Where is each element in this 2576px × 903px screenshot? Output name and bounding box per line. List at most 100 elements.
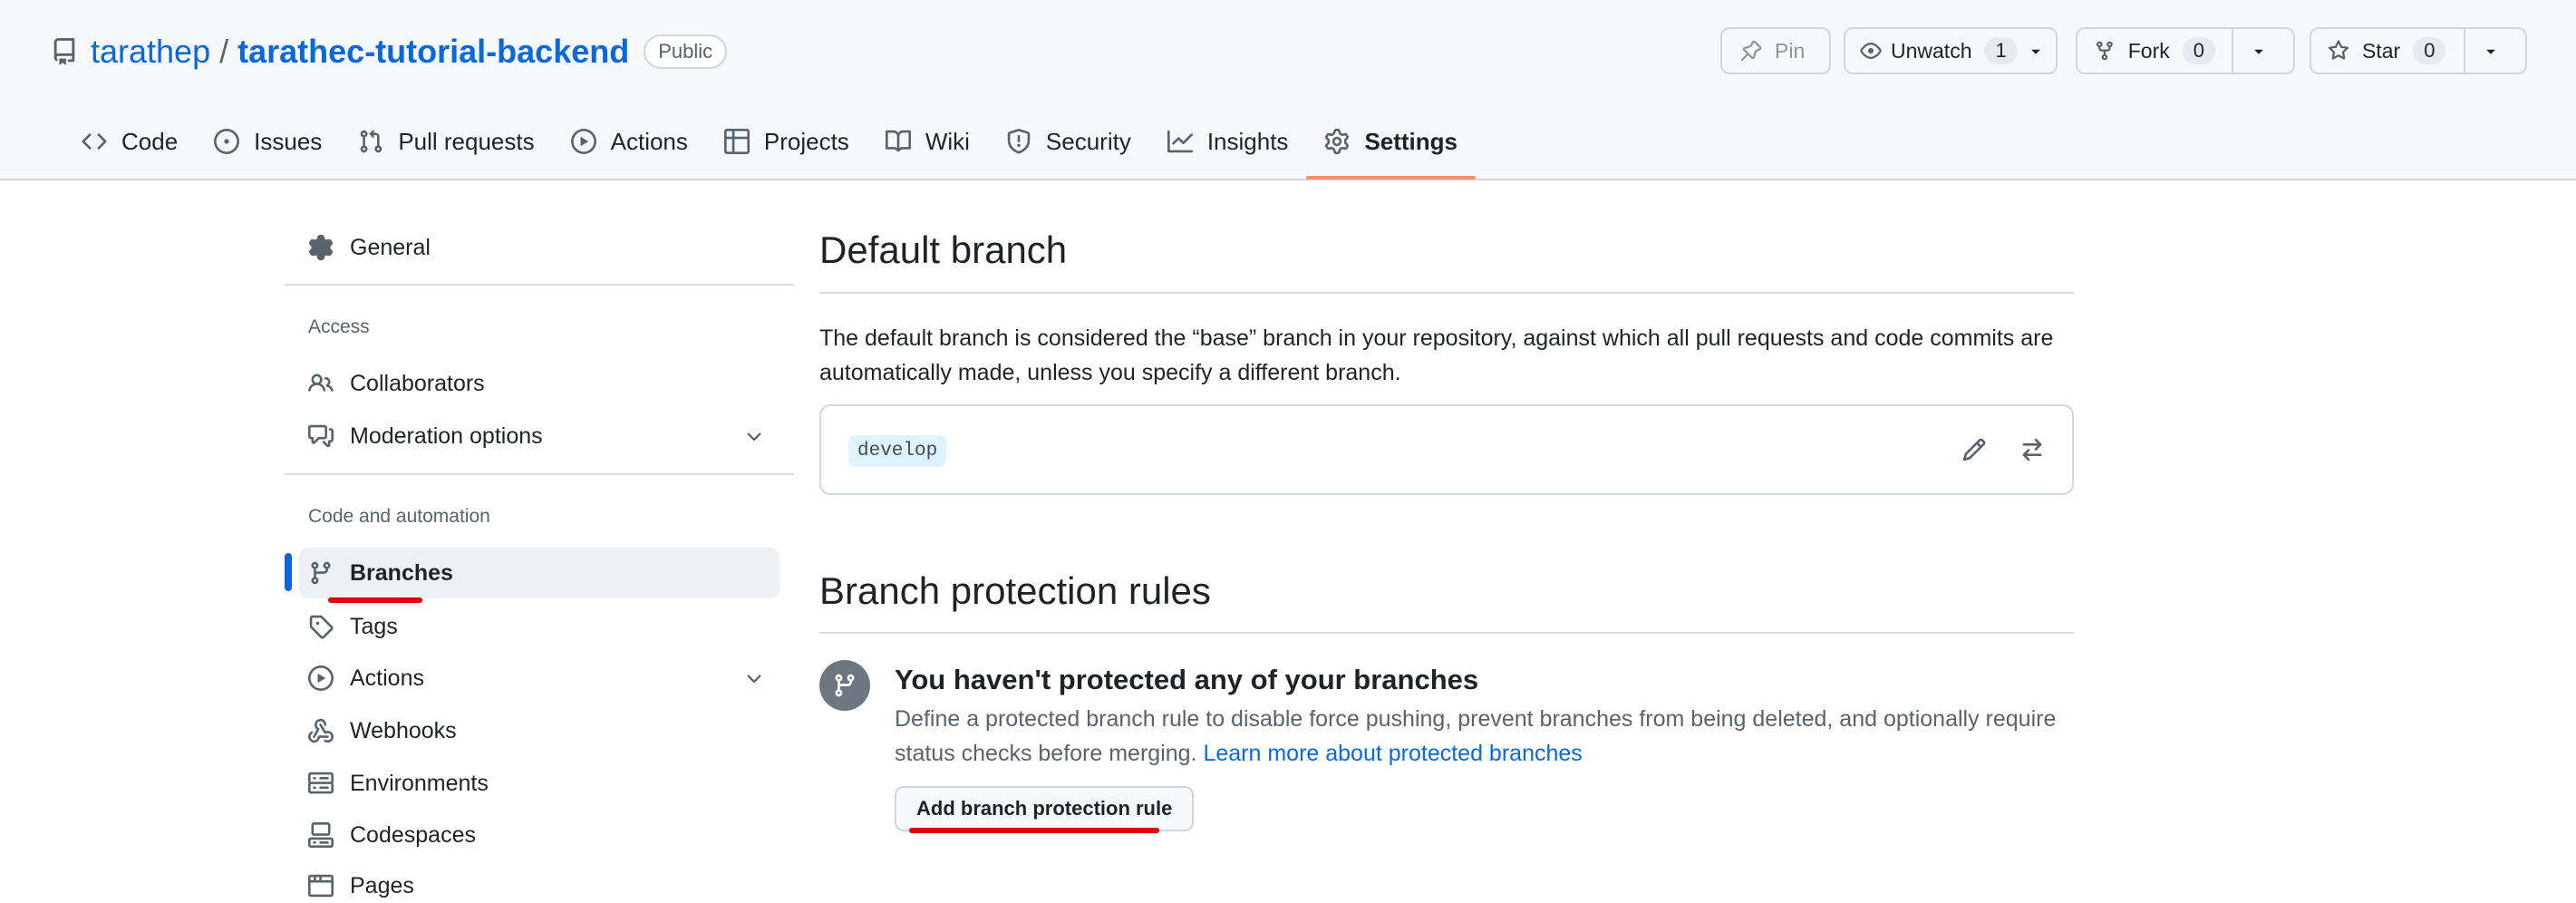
tab-security[interactable]: Security bbox=[988, 118, 1149, 165]
sidebar-item-actions[interactable]: Actions bbox=[308, 661, 424, 695]
chevron-down-icon[interactable] bbox=[743, 668, 765, 690]
sidebar-item-pages[interactable]: Pages bbox=[308, 869, 414, 903]
sidebar-divider bbox=[285, 284, 794, 286]
sidebar-item-branches[interactable]: Branches bbox=[299, 548, 780, 598]
pin-label: Pin bbox=[1775, 38, 1806, 63]
comment-discussion-icon bbox=[308, 424, 334, 448]
tab-insights[interactable]: Insights bbox=[1149, 118, 1307, 165]
webhook-icon bbox=[308, 718, 334, 743]
tab-label: Actions bbox=[610, 127, 688, 155]
server-icon bbox=[308, 772, 334, 794]
caret-down-icon bbox=[2031, 49, 2040, 54]
sidebar-item-moderation[interactable]: Moderation options bbox=[308, 419, 543, 453]
repo-icon bbox=[53, 38, 75, 65]
tab-label: Projects bbox=[763, 127, 849, 155]
blankslate-icon bbox=[819, 660, 870, 711]
pin-icon bbox=[1740, 40, 1762, 62]
issue-icon bbox=[214, 129, 240, 154]
pin-button[interactable]: Pin bbox=[1720, 27, 1831, 74]
play-icon bbox=[308, 665, 334, 691]
sidebar-item-webhooks[interactable]: Webhooks bbox=[308, 714, 457, 748]
default-branch-heading: Default branch bbox=[819, 228, 1068, 271]
shield-icon bbox=[1007, 129, 1031, 154]
unwatch-label: Unwatch bbox=[1891, 38, 1972, 63]
blankslate-description: Define a protected branch rule to disabl… bbox=[895, 702, 2091, 771]
star-count: 0 bbox=[2413, 37, 2446, 64]
fork-dropdown[interactable] bbox=[2232, 29, 2284, 73]
tab-projects[interactable]: Projects bbox=[706, 118, 867, 165]
learn-more-link[interactable]: Learn more about protected branches bbox=[1203, 741, 1582, 766]
sidebar-item-label: Moderation options bbox=[350, 422, 543, 449]
sidebar-group-code-automation: Code and automation bbox=[308, 506, 490, 527]
sidebar-item-general[interactable]: General bbox=[308, 230, 431, 265]
people-icon bbox=[308, 374, 334, 392]
codespaces-icon bbox=[308, 822, 334, 848]
repo-separator: / bbox=[219, 33, 229, 70]
star-icon bbox=[2328, 40, 2349, 60]
blankslate-title: You haven't protected any of your branch… bbox=[895, 664, 1479, 695]
fork-icon bbox=[2096, 41, 2113, 61]
graph-icon bbox=[1167, 130, 1193, 153]
chevron-down-icon[interactable] bbox=[743, 426, 765, 448]
visibility-badge: Public bbox=[644, 34, 728, 69]
active-indicator bbox=[285, 553, 292, 591]
tab-wiki[interactable]: Wiki bbox=[867, 118, 988, 165]
tab-actions[interactable]: Actions bbox=[553, 118, 706, 165]
code-icon bbox=[82, 133, 107, 150]
gear-icon bbox=[309, 235, 333, 260]
tab-label: Pull requests bbox=[398, 127, 535, 155]
sidebar-item-label: Collaborators bbox=[350, 370, 485, 396]
add-branch-protection-rule-button[interactable]: Add branch protection rule bbox=[895, 786, 1195, 831]
table-icon bbox=[723, 129, 750, 154]
caret-down-icon bbox=[2254, 49, 2263, 54]
switch-default-branch-button[interactable] bbox=[2019, 437, 2045, 462]
tag-icon bbox=[309, 615, 334, 639]
sidebar-divider bbox=[285, 473, 794, 475]
rename-branch-button[interactable] bbox=[1961, 437, 1987, 462]
branch-icon bbox=[835, 674, 855, 697]
tab-pull-requests[interactable]: Pull requests bbox=[340, 118, 552, 165]
unwatch-button[interactable]: Unwatch 1 bbox=[1844, 27, 2058, 74]
tab-label: Settings bbox=[1364, 127, 1458, 155]
repo-owner-link[interactable]: tarathep bbox=[91, 33, 210, 71]
sidebar-item-label: Pages bbox=[350, 872, 414, 898]
repo-name-link[interactable]: tarathec-tutorial-backend bbox=[237, 33, 629, 71]
tab-settings[interactable]: Settings bbox=[1306, 118, 1476, 180]
branch-protection-heading: Branch protection rules bbox=[819, 569, 1211, 612]
pencil-icon bbox=[1962, 438, 1986, 461]
sidebar-item-label: Tags bbox=[350, 613, 398, 639]
sidebar-item-codespaces[interactable]: Codespaces bbox=[308, 818, 476, 852]
fork-label: Fork bbox=[2127, 38, 2170, 63]
sidebar-item-tags[interactable]: Tags bbox=[308, 609, 398, 644]
default-branch-description: The default branch is considered the “ba… bbox=[819, 325, 2054, 385]
pull-request-icon bbox=[360, 130, 383, 153]
default-branch-box: develop bbox=[819, 404, 2074, 495]
annotation-underline bbox=[328, 597, 422, 603]
tab-code[interactable]: Code bbox=[63, 118, 196, 165]
annotation-underline bbox=[909, 828, 1159, 833]
sidebar-item-label: Actions bbox=[350, 665, 424, 691]
arrow-switch-icon bbox=[2022, 438, 2042, 461]
star-dropdown[interactable] bbox=[2464, 29, 2516, 73]
tab-issues[interactable]: Issues bbox=[196, 118, 340, 165]
fork-button[interactable]: Fork 0 bbox=[2076, 27, 2295, 74]
eye-icon bbox=[1860, 43, 1882, 59]
gear-icon bbox=[1325, 129, 1350, 154]
star-button[interactable]: Star 0 bbox=[2310, 27, 2527, 74]
browser-icon bbox=[308, 874, 334, 898]
sidebar-item-label: Environments bbox=[350, 770, 489, 796]
fork-count: 0 bbox=[2182, 37, 2215, 64]
sidebar-item-label: Webhooks bbox=[350, 717, 457, 743]
tab-label: Issues bbox=[254, 127, 323, 155]
sidebar-item-label: Branches bbox=[350, 559, 453, 586]
tab-label: Insights bbox=[1206, 127, 1289, 155]
tab-label: Wiki bbox=[925, 127, 970, 155]
repo-title: tarathep / tarathec-tutorial-backend Pub… bbox=[51, 29, 728, 74]
sidebar-item-environments[interactable]: Environments bbox=[308, 766, 489, 801]
tab-label: Code bbox=[121, 127, 179, 155]
play-icon bbox=[570, 129, 596, 154]
repo-tabs: Code Issues Pull requests Actions Projec… bbox=[63, 118, 1476, 180]
sidebar-item-collaborators[interactable]: Collaborators bbox=[308, 366, 485, 401]
heading-divider bbox=[819, 292, 2074, 294]
repo-header: tarathep / tarathec-tutorial-backend Pub… bbox=[0, 0, 2576, 180]
